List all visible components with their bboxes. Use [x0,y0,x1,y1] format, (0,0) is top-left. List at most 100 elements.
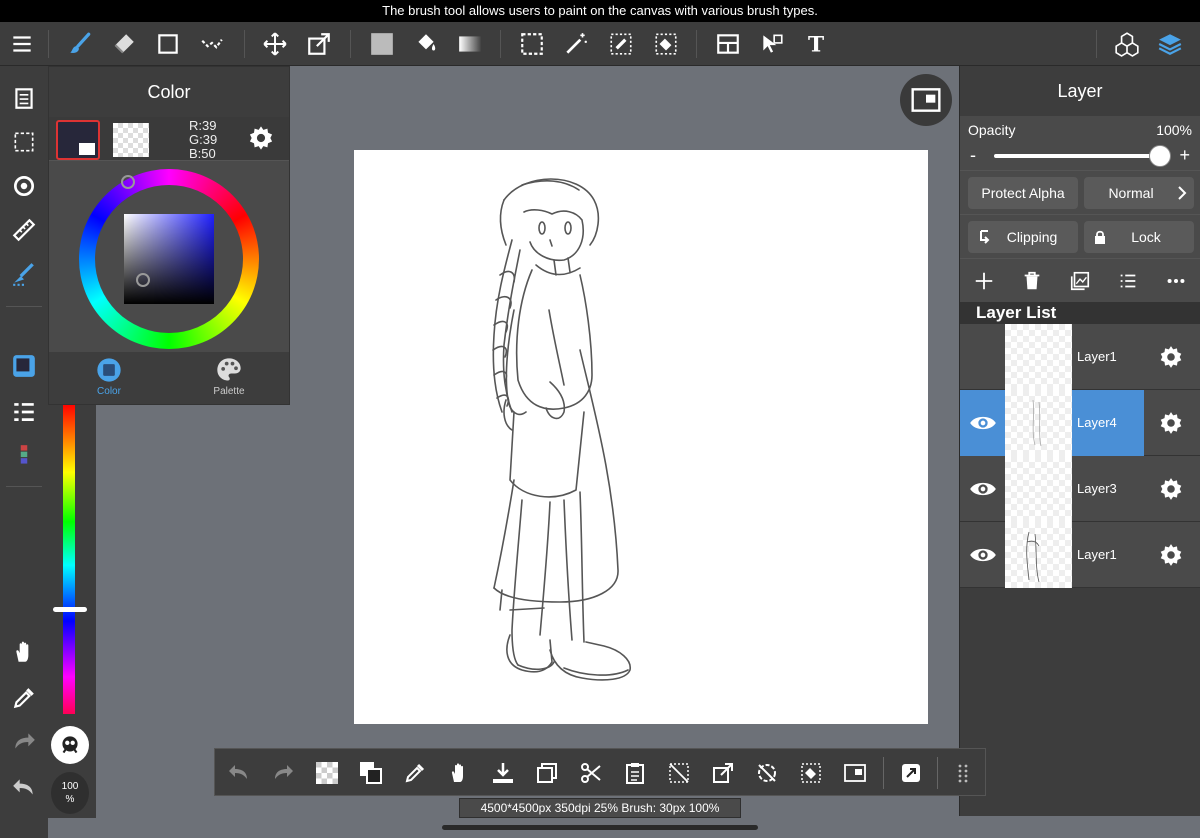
opacity-decrease-button[interactable]: - [970,145,976,166]
selection-layer-icon[interactable] [8,126,40,158]
add-layer-icon[interactable] [970,267,998,295]
layer-row[interactable]: Layer4 [960,390,1200,456]
ruler-icon[interactable] [8,214,40,246]
frame-divider-icon[interactable] [712,28,744,60]
navigator-toggle-icon[interactable] [841,759,869,787]
select-cursor-icon[interactable] [756,28,788,60]
deselect-icon[interactable] [665,759,693,787]
hand-icon[interactable] [8,636,40,668]
bucket-tool-icon[interactable] [410,28,442,60]
hue-slider-knob[interactable] [53,607,87,612]
layer-visibility-toggle[interactable] [960,324,1005,390]
rgb-red: R:39 [189,118,217,133]
layer-visibility-toggle[interactable] [960,390,1005,456]
opacity-label: Opacity [968,122,1016,138]
clipping-button[interactable]: Clipping [968,221,1078,253]
color-tab-icon [95,356,123,384]
opacity-slider-knob[interactable] [1149,145,1171,167]
avatar[interactable] [51,726,89,764]
hue-slider[interactable] [63,404,75,714]
undo-icon[interactable] [225,759,253,787]
swap-colors-icon[interactable] [357,759,385,787]
select-pen-icon[interactable] [605,28,637,60]
redo-icon[interactable] [269,759,297,787]
transparent-fill-icon[interactable] [313,759,341,787]
shortcut-icon[interactable] [897,759,925,787]
select-tool-icon[interactable] [516,28,548,60]
color-history-icon[interactable] [8,440,40,472]
layer-list-view-icon[interactable] [1114,267,1142,295]
materials-icon[interactable] [1111,28,1143,60]
eraser-tool-icon[interactable] [108,28,140,60]
toolbar-divider [6,486,42,487]
main-color-swatch[interactable] [56,120,100,160]
navigator-icon [911,88,941,112]
tab-color[interactable]: Color [49,356,169,404]
tab-palette-label: Palette [213,386,245,397]
rotate-icon[interactable] [8,170,40,202]
image-layer-icon[interactable] [1066,267,1094,295]
shape-tool-icon[interactable] [152,28,184,60]
navigator-button[interactable] [900,74,952,126]
layers-icon[interactable] [1154,28,1186,60]
home-indicator[interactable] [442,825,758,830]
undo-icon[interactable] [8,772,40,804]
transform-icon[interactable] [709,759,737,787]
fill-color-icon[interactable] [366,28,398,60]
brush-tool-icon[interactable] [64,28,96,60]
sv-handle[interactable] [136,273,150,287]
drag-handle-icon[interactable] [949,759,977,787]
color-swatch-icon[interactable] [8,350,40,382]
magic-wand-icon[interactable] [560,28,592,60]
layer-row[interactable]: Layer1 [960,324,1200,390]
hand-icon[interactable] [445,759,473,787]
opacity-increase-button[interactable]: + [1179,145,1190,166]
protect-alpha-button[interactable]: Protect Alpha [968,177,1078,209]
pages-icon[interactable] [8,82,40,114]
saturation-value-square[interactable] [124,214,214,304]
more-options-icon[interactable] [1162,267,1190,295]
import-icon[interactable] [489,759,517,787]
layer-name: Layer3 [1077,481,1117,496]
layer-settings-gear-icon[interactable] [1158,344,1184,370]
delete-layer-icon[interactable] [1018,267,1046,295]
sub-color-indicator [79,143,95,155]
layer-settings-gear-icon[interactable] [1158,542,1184,568]
lock-button[interactable]: Lock [1084,221,1194,253]
menu-icon[interactable] [6,28,38,60]
text-tool-icon[interactable]: T [800,28,832,60]
lock-label: Lock [1131,229,1161,245]
duplicate-icon[interactable] [533,759,561,787]
layer-row[interactable]: Layer3 [960,456,1200,522]
layer-settings-gear-icon[interactable] [1158,476,1184,502]
opacity-row: Opacity 100% - + [960,116,1200,170]
tab-palette[interactable]: Palette [169,356,289,404]
eyedropper-icon[interactable] [401,759,429,787]
layer-settings-gear-icon[interactable] [1158,410,1184,436]
layer-visibility-toggle[interactable] [960,522,1005,588]
opacity-value: 100% [1156,122,1192,138]
snap-icon[interactable] [8,258,40,290]
select-eraser-icon[interactable] [650,28,682,60]
bottom-toolbar [214,748,986,796]
layer-row[interactable]: Layer1 [960,522,1200,588]
cut-icon[interactable] [577,759,605,787]
opacity-slider[interactable] [994,154,1162,158]
transparent-color-swatch[interactable] [113,123,149,157]
zoom-indicator[interactable]: 100 % [51,772,89,814]
color-settings-gear-icon[interactable] [247,124,277,154]
redo-icon[interactable] [8,726,40,758]
layer-visibility-toggle[interactable] [960,456,1005,522]
move-tool-icon[interactable] [259,28,291,60]
blend-mode-button[interactable]: Normal [1084,177,1194,209]
gradient-tool-icon[interactable] [454,28,486,60]
hue-ring-handle[interactable] [121,175,135,189]
transform-tool-icon[interactable] [303,28,335,60]
rotate-canvas-icon[interactable] [753,759,781,787]
layer-list-icon[interactable] [8,396,40,428]
line-tool-icon[interactable] [196,28,228,60]
clear-selection-icon[interactable] [797,759,825,787]
eyedropper-icon[interactable] [8,682,40,714]
paste-icon[interactable] [621,759,649,787]
drawing-canvas[interactable] [354,150,928,724]
